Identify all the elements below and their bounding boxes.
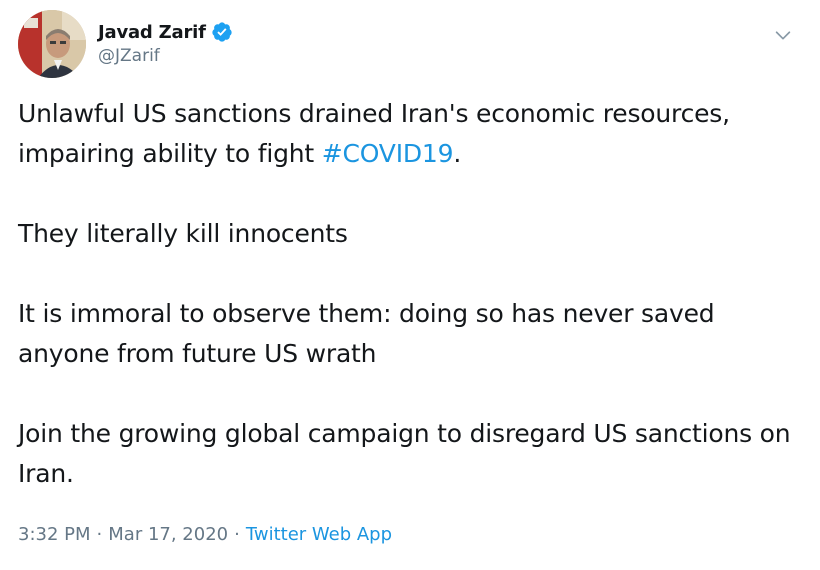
avatar-image (18, 10, 86, 78)
tweet-card: Javad Zarif @JZarif Unlawful US sanction… (0, 0, 820, 570)
tweet-paragraph-4: Join the growing global campaign to disr… (18, 419, 791, 488)
tweet-paragraph-2: They literally kill innocents (18, 219, 348, 248)
tweet-text: Unlawful US sanctions drained Iran's eco… (18, 94, 808, 494)
meta-separator: · (96, 524, 103, 545)
meta-separator-2: · (234, 524, 240, 545)
chevron-down-icon[interactable] (772, 24, 794, 46)
author-names: Javad Zarif @JZarif (98, 20, 233, 66)
tweet-paragraph-1: Unlawful US sanctions drained Iran's eco… (18, 94, 808, 174)
tweet-paragraph-1-end: . (453, 139, 462, 168)
hashtag-link[interactable]: #COVID19 (322, 139, 454, 168)
display-name-row: Javad Zarif (98, 20, 233, 44)
avatar[interactable] (18, 10, 86, 78)
display-name[interactable]: Javad Zarif (98, 22, 206, 43)
user-handle[interactable]: @JZarif (98, 46, 233, 66)
tweet-header: Javad Zarif @JZarif (18, 10, 808, 82)
tweet-paragraph-3: It is immoral to observe them: doing so … (18, 299, 715, 368)
tweet-time[interactable]: 3:32 PM (18, 524, 91, 545)
tweet-date[interactable]: Mar 17, 2020 (108, 524, 228, 545)
tweet-meta: 3:32 PM · Mar 17, 2020 · Twitter Web App (18, 524, 392, 545)
tweet-source-link[interactable]: Twitter Web App (246, 524, 392, 545)
verified-badge-icon (211, 21, 233, 43)
